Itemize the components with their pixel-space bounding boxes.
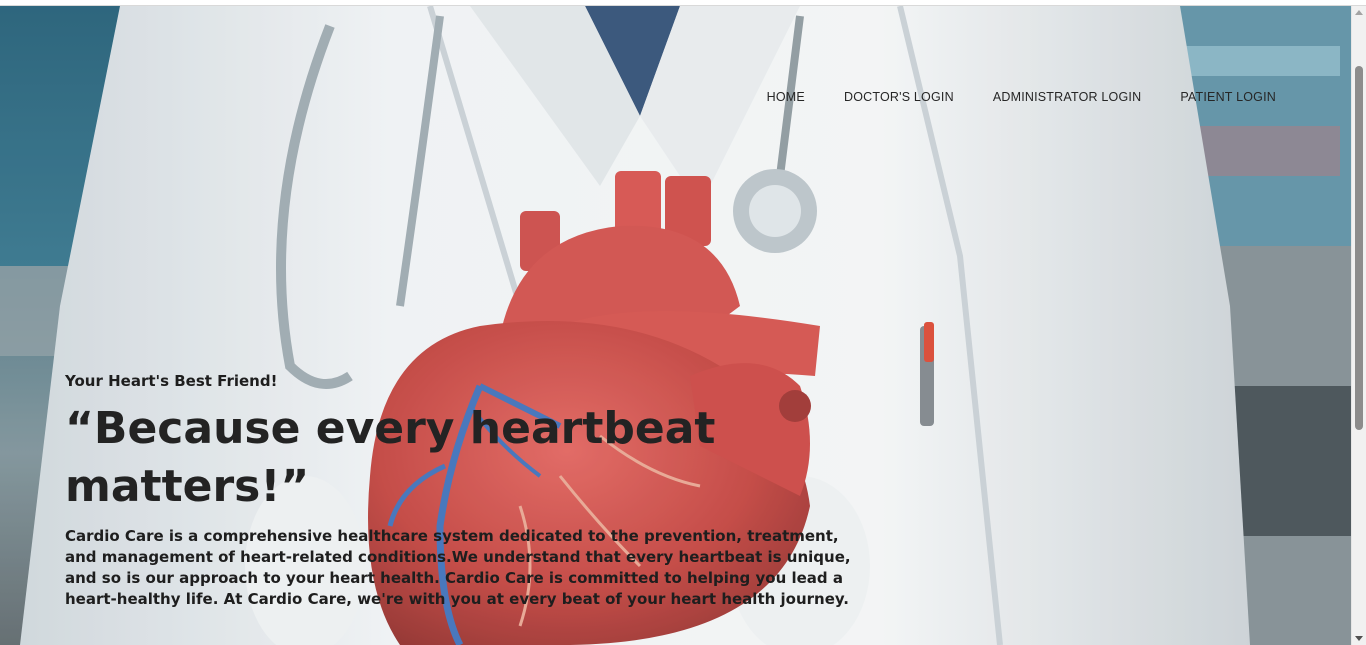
- chevron-down-icon[interactable]: [1355, 636, 1363, 641]
- scrollbar-thumb[interactable]: [1355, 66, 1363, 430]
- hero-text-block: Your Heart's Best Friend! “Because every…: [65, 372, 865, 610]
- page-scrollbar[interactable]: [1351, 6, 1366, 645]
- nav-patient-login-link[interactable]: PATIENT LOGIN: [1180, 90, 1276, 104]
- main-navigation: HOME DOCTOR'S LOGIN ADMINISTRATOR LOGIN …: [767, 90, 1276, 104]
- nav-home-link[interactable]: HOME: [767, 90, 805, 104]
- hero-quote-heading: “Because every heartbeat matters!”: [65, 403, 716, 512]
- hero-tagline: Your Heart's Best Friend!: [65, 372, 278, 390]
- nav-administrator-login-link[interactable]: ADMINISTRATOR LOGIN: [993, 90, 1142, 104]
- hero-description: Cardio Care is a comprehensive healthcar…: [65, 527, 851, 608]
- hero-banner: HOME DOCTOR'S LOGIN ADMINISTRATOR LOGIN …: [0, 6, 1351, 645]
- nav-doctors-login-link[interactable]: DOCTOR'S LOGIN: [844, 90, 954, 104]
- chevron-up-icon[interactable]: [1355, 10, 1363, 15]
